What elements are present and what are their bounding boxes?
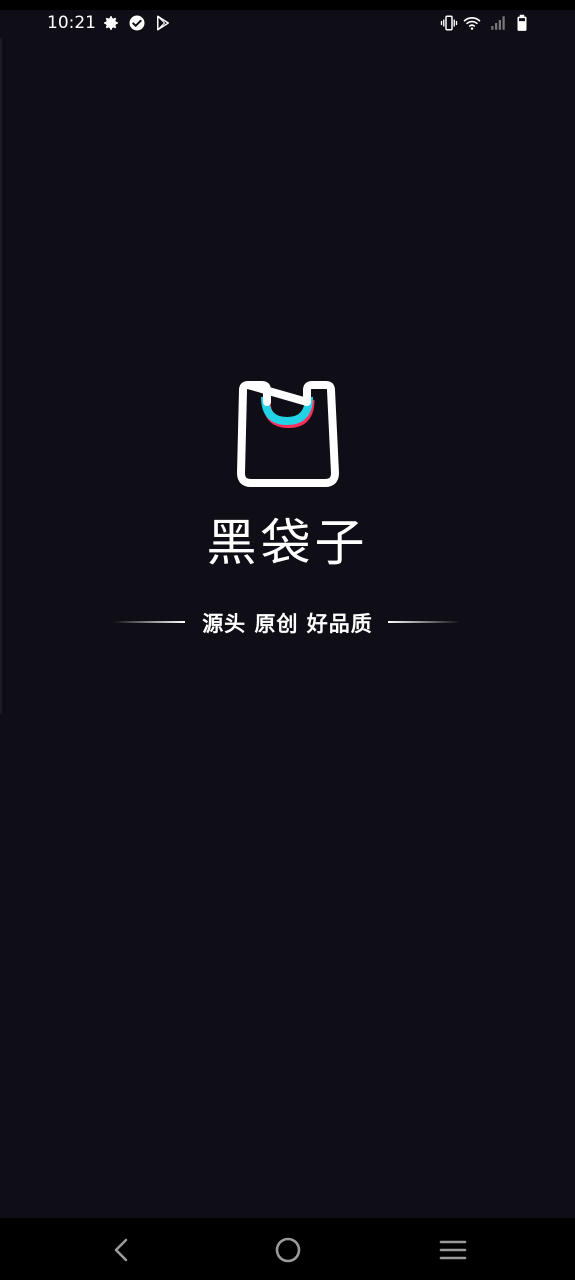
wifi-icon [463,17,481,30]
signal-icon [491,16,505,30]
recents-icon[interactable] [436,1233,470,1267]
back-icon[interactable] [105,1233,139,1267]
navigation-bar [0,1218,575,1280]
home-icon[interactable] [271,1233,305,1267]
splash-screen: 10:21 黑袋子 源头 原创 好品质 [0,0,575,1280]
battery-icon [517,14,527,31]
status-time: 10:21 [47,13,96,33]
slogan-divider-right [388,621,460,623]
top-edge [0,0,575,10]
brand-name: 黑袋子 [206,514,369,572]
slogan-row: 源头 原创 好品质 [0,606,575,638]
gear-icon [104,16,118,30]
check-circle-icon [129,15,145,31]
status-bar: 10:21 [0,10,575,38]
logo [236,377,340,489]
slogan: 源头 原创 好品质 [202,612,373,636]
slogan-divider-left [113,621,185,623]
play-store-icon [157,15,169,31]
shopping-bag-icon [237,381,339,487]
vibrate-icon [440,15,458,31]
